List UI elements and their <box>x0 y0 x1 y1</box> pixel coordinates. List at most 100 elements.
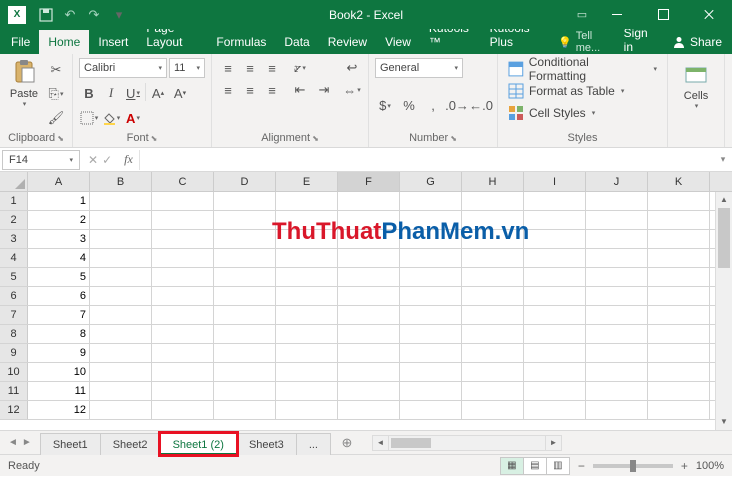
font-size-combo[interactable]: 11▾ <box>169 58 205 78</box>
increase-decimal-icon[interactable]: .0→ <box>447 96 467 116</box>
zoom-slider[interactable] <box>593 464 673 468</box>
cell-K11[interactable] <box>648 382 710 400</box>
cell-H10[interactable] <box>462 363 524 381</box>
fill-color-icon[interactable]: ▾ <box>101 108 121 128</box>
fx-label[interactable]: fx <box>118 152 139 167</box>
undo-icon[interactable]: ↶ <box>62 7 78 23</box>
cell-G2[interactable] <box>400 211 462 229</box>
borders-icon[interactable]: ▾ <box>79 108 99 128</box>
sign-in[interactable]: Sign in <box>614 26 662 54</box>
cell-K5[interactable] <box>648 268 710 286</box>
cancel-formula-icon[interactable]: ✕ <box>88 153 98 167</box>
tell-me[interactable]: 💡Tell me... <box>550 30 614 54</box>
select-all-button[interactable] <box>0 172 28 191</box>
col-header-J[interactable]: J <box>586 172 648 191</box>
cell-E5[interactable] <box>276 268 338 286</box>
accounting-format-icon[interactable]: $▾ <box>375 96 395 116</box>
orientation-icon[interactable]: ⦫▾ <box>290 58 310 78</box>
row-header-3[interactable]: 3 <box>0 230 28 248</box>
cell-C12[interactable] <box>152 401 214 419</box>
cell-H4[interactable] <box>462 249 524 267</box>
cell-J3[interactable] <box>586 230 648 248</box>
cell-C11[interactable] <box>152 382 214 400</box>
cell-A3[interactable]: 3 <box>28 230 90 248</box>
cell-K12[interactable] <box>648 401 710 419</box>
format-as-table-button[interactable]: Format as Table▾ <box>504 80 661 102</box>
scroll-thumb-v[interactable] <box>718 208 730 268</box>
cell-C3[interactable] <box>152 230 214 248</box>
cell-J11[interactable] <box>586 382 648 400</box>
cell-E9[interactable] <box>276 344 338 362</box>
cell-D7[interactable] <box>214 306 276 324</box>
scroll-thumb-h[interactable] <box>391 438 431 448</box>
sheet-tab[interactable]: Sheet2 <box>100 433 161 455</box>
cell-D3[interactable] <box>214 230 276 248</box>
cell-B9[interactable] <box>90 344 152 362</box>
cell-J2[interactable] <box>586 211 648 229</box>
underline-button[interactable]: U▾ <box>123 83 143 103</box>
cell-K10[interactable] <box>648 363 710 381</box>
cell-A7[interactable]: 7 <box>28 306 90 324</box>
cell-K4[interactable] <box>648 249 710 267</box>
cell-F12[interactable] <box>338 401 400 419</box>
row-header-2[interactable]: 2 <box>0 211 28 229</box>
cell-J9[interactable] <box>586 344 648 362</box>
cell-E12[interactable] <box>276 401 338 419</box>
cell-J1[interactable] <box>586 192 648 210</box>
cell-F11[interactable] <box>338 382 400 400</box>
cell-A12[interactable]: 12 <box>28 401 90 419</box>
row-header-10[interactable]: 10 <box>0 363 28 381</box>
enter-formula-icon[interactable]: ✓ <box>102 153 112 167</box>
cell-D6[interactable] <box>214 287 276 305</box>
cell-D1[interactable] <box>214 192 276 210</box>
grid-rows[interactable]: 112233445566778899101011111212 <box>0 192 732 430</box>
zoom-level[interactable]: 100% <box>696 460 724 472</box>
cell-F1[interactable] <box>338 192 400 210</box>
cell-G6[interactable] <box>400 287 462 305</box>
font-name-combo[interactable]: Calibri▾ <box>79 58 167 78</box>
wrap-text-icon[interactable]: ↩ <box>342 58 362 78</box>
cell-D2[interactable] <box>214 211 276 229</box>
cell-G12[interactable] <box>400 401 462 419</box>
cell-K3[interactable] <box>648 230 710 248</box>
cell-G9[interactable] <box>400 344 462 362</box>
sheet-tab[interactable]: ... <box>296 433 331 455</box>
expand-formula-bar-icon[interactable]: ▾ <box>714 154 732 165</box>
row-header-6[interactable]: 6 <box>0 287 28 305</box>
cell-C4[interactable] <box>152 249 214 267</box>
increase-indent-icon[interactable]: ⇥ <box>314 80 334 100</box>
cell-I11[interactable] <box>524 382 586 400</box>
sheet-tab[interactable]: Sheet1 (2) <box>160 433 237 455</box>
cell-A10[interactable]: 10 <box>28 363 90 381</box>
cell-B2[interactable] <box>90 211 152 229</box>
cell-I5[interactable] <box>524 268 586 286</box>
col-header-K[interactable]: K <box>648 172 710 191</box>
cell-H2[interactable] <box>462 211 524 229</box>
cell-H11[interactable] <box>462 382 524 400</box>
cell-F5[interactable] <box>338 268 400 286</box>
col-header-F[interactable]: F <box>338 172 400 191</box>
decrease-indent-icon[interactable]: ⇤ <box>290 80 310 100</box>
cell-A8[interactable]: 8 <box>28 325 90 343</box>
tab-review[interactable]: Review <box>319 30 376 54</box>
col-header-B[interactable]: B <box>90 172 152 191</box>
align-left-icon[interactable]: ≡ <box>218 80 238 100</box>
tab-data[interactable]: Data <box>275 30 318 54</box>
cell-I10[interactable] <box>524 363 586 381</box>
cell-H6[interactable] <box>462 287 524 305</box>
decrease-decimal-icon[interactable]: ←.0 <box>471 96 491 116</box>
cell-D8[interactable] <box>214 325 276 343</box>
cell-E3[interactable] <box>276 230 338 248</box>
cell-G5[interactable] <box>400 268 462 286</box>
cell-C9[interactable] <box>152 344 214 362</box>
align-bottom-icon[interactable]: ≡ <box>262 58 282 78</box>
cell-E2[interactable] <box>276 211 338 229</box>
zoom-in-button[interactable]: + <box>681 459 688 473</box>
cell-H3[interactable] <box>462 230 524 248</box>
cell-E11[interactable] <box>276 382 338 400</box>
ribbon-display-options-icon[interactable]: ▭ <box>570 0 594 29</box>
bold-button[interactable]: B <box>79 83 99 103</box>
cell-C5[interactable] <box>152 268 214 286</box>
sheet-tab[interactable]: Sheet1 <box>40 433 101 455</box>
cell-K8[interactable] <box>648 325 710 343</box>
